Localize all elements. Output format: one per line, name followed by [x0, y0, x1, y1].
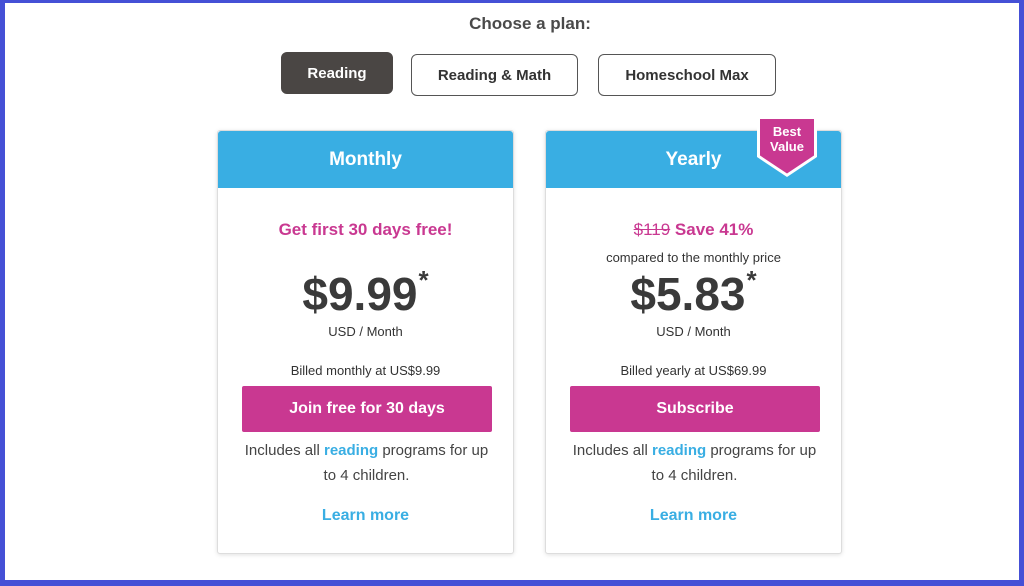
savings-text: $119 Save 41% [546, 220, 841, 240]
tab-reading[interactable]: Reading [281, 52, 393, 94]
includes-text: Includes all reading programs for up to … [566, 438, 823, 488]
learn-more-link[interactable]: Learn more [218, 507, 513, 525]
includes-keyword: reading [323, 442, 379, 459]
plan-card-yearly: Yearly Best Value $119 Save 41% compared… [545, 117, 842, 554]
learn-more-link[interactable]: Learn more [546, 507, 841, 525]
plan-title: Monthly [218, 131, 513, 188]
save-percent: Save 41% [674, 220, 754, 239]
badge-text: Best Value [755, 124, 819, 154]
subscribe-button[interactable]: Subscribe [570, 386, 820, 432]
page-heading: Choose a plan: [469, 14, 591, 33]
price-value: $9.99 [302, 268, 418, 320]
billing-note: Billed yearly at US$69.99 [620, 363, 767, 378]
plan-card-monthly: Monthly Get first 30 days free! $9.99* U… [217, 130, 514, 554]
tab-homeschool-max[interactable]: Homeschool Max [598, 54, 776, 96]
price-asterisk: * [746, 265, 757, 295]
compare-note: compared to the monthly price [606, 250, 781, 265]
billing-note: Billed monthly at US$9.99 [290, 363, 441, 378]
price-asterisk: * [418, 265, 429, 295]
includes-pre: Includes all [572, 442, 652, 459]
price-value: $5.83 [630, 268, 746, 320]
promo-text: Get first 30 days free! [278, 220, 453, 239]
includes-keyword: reading [651, 442, 707, 459]
includes-pre: Includes all [244, 442, 324, 459]
price-unit: USD / Month [656, 324, 731, 339]
tab-reading-math[interactable]: Reading & Math [411, 54, 578, 96]
best-value-badge: Best Value [755, 117, 819, 179]
join-free-button[interactable]: Join free for 30 days [242, 386, 492, 432]
price: $9.99* [218, 265, 513, 321]
price-unit: USD / Month [328, 324, 403, 339]
badge-line-1: Best [772, 124, 802, 139]
price: $5.83* [546, 265, 841, 321]
old-price: $119 [633, 220, 671, 239]
badge-line-2: Value [770, 139, 804, 154]
includes-text: Includes all reading programs for up to … [238, 438, 495, 488]
